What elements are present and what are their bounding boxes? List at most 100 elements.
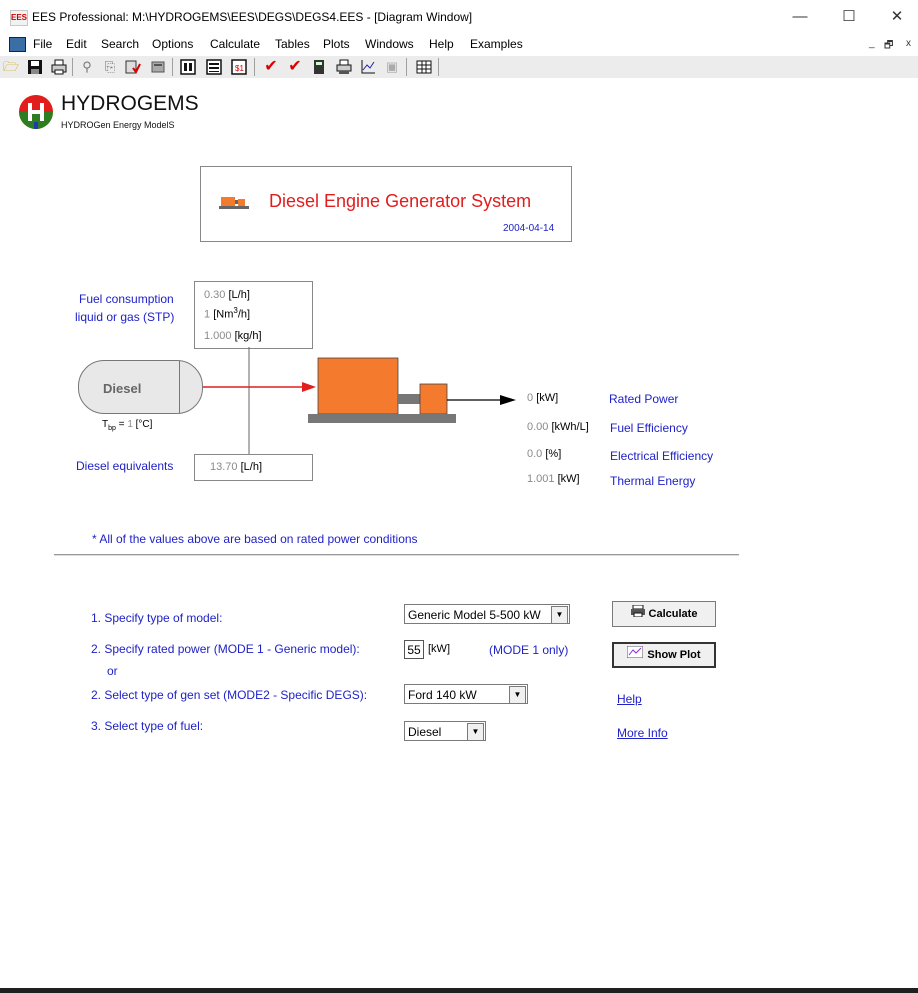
fuel-consumption-label: Fuel consumption <box>79 292 174 306</box>
solve-icon[interactable]: ✔ <box>287 59 303 75</box>
menu-help[interactable]: Help <box>429 37 454 51</box>
fuel-phase-label: liquid or gas (STP) <box>75 310 175 324</box>
generator-block <box>419 383 448 415</box>
toolbar-separator <box>254 58 255 76</box>
copy-icon[interactable]: ⎘ <box>102 59 118 75</box>
toolbar: 🗁 ⚲ ⎘ $1 ✔ ✔ ▣ <box>0 56 918 78</box>
thermal-energy-label: Thermal Energy <box>610 474 696 488</box>
rated-power-input[interactable]: 55 <box>404 640 424 659</box>
boiling-point: Tbp = 1 [°C] <box>102 419 152 432</box>
menu-tables[interactable]: Tables <box>275 37 310 51</box>
print-window-icon[interactable] <box>336 59 352 75</box>
plot-icon[interactable] <box>360 59 376 75</box>
model-type-select[interactable]: Generic Model 5-500 kW ▼ <box>404 604 570 624</box>
generator-icon <box>219 194 249 215</box>
help-link[interactable]: Help <box>617 692 642 706</box>
show-plot-button[interactable]: Show Plot <box>612 642 716 668</box>
show-plot-button-label: Show Plot <box>647 649 701 661</box>
fuel-lph-value: 0.30 <box>204 289 226 301</box>
fuel-flow-arrowhead <box>302 382 316 392</box>
diesel-equivalents-unit: [L/h] <box>240 461 262 473</box>
electrical-efficiency-value-line: 0.0 [%] <box>527 448 561 460</box>
tbp-equals: = <box>115 419 128 430</box>
step3-label: 3. Select type of fuel: <box>91 719 204 733</box>
check-units-icon[interactable] <box>125 59 141 75</box>
calculate-button-label: Calculate <box>648 608 698 620</box>
system-date: 2004-04-14 <box>503 223 555 234</box>
chevron-down-icon[interactable]: ▼ <box>551 606 568 624</box>
rated-power-label: Rated Power <box>609 392 679 406</box>
fuel-type-select[interactable]: Diesel ▼ <box>404 721 486 741</box>
fuel-consumption-box: 0.30 [L/h] 1 [Nm3/h] 1.000 [kg/h] <box>194 281 313 349</box>
thermal-energy-value: 1.001 <box>527 473 555 485</box>
diesel-equivalents-value-line: 13.70 [L/h] <box>210 461 262 473</box>
chevron-down-icon[interactable]: ▼ <box>467 723 484 741</box>
fuel-lph-unit: [L/h] <box>228 289 250 301</box>
toolbar-separator <box>72 58 73 76</box>
genset-type-select[interactable]: Ford 140 kW ▼ <box>404 684 528 704</box>
fuel-efficiency-unit: [kWh/L] <box>551 421 589 433</box>
solution-icon[interactable] <box>206 59 222 75</box>
fuel-efficiency-label: Fuel Efficiency <box>610 421 688 435</box>
window-title: EES Professional: M:\HYDROGEMS\EES\DEGS\… <box>32 10 473 24</box>
electrical-efficiency-value: 0.0 <box>527 448 543 460</box>
chevron-down-icon[interactable]: ▼ <box>509 686 526 704</box>
menu-plots[interactable]: Plots <box>323 37 350 51</box>
tank-label: Diesel <box>103 381 142 396</box>
engine-base <box>308 414 456 423</box>
menu-file[interactable]: File <box>33 37 52 51</box>
plot-icon <box>626 644 644 666</box>
tank-divider <box>179 361 180 413</box>
toolbar-separator <box>172 58 173 76</box>
calculator-icon[interactable] <box>311 59 327 75</box>
mdi-minimize-button[interactable]: _ <box>869 38 875 49</box>
maximize-button[interactable]: ☐ <box>834 6 864 28</box>
find-icon[interactable]: ⚲ <box>79 59 95 75</box>
fuel-rate-lph: 0.30 [L/h] <box>204 289 250 301</box>
model-type-value: Generic Model 5-500 kW <box>408 608 541 622</box>
fuel-efficiency-value-line: 0.00 [kWh/L] <box>527 421 589 433</box>
title-bar[interactable]: EES EES Professional: M:\HYDROGEMS\EES\D… <box>0 0 918 33</box>
rated-power-input-unit: [kW] <box>428 643 450 655</box>
engine-block <box>317 357 399 415</box>
toolbar-separator <box>406 58 407 76</box>
diagram-window-icon[interactable] <box>9 37 26 52</box>
print-icon[interactable] <box>51 59 67 75</box>
minimize-button[interactable]: — <box>785 6 815 28</box>
paste-icon[interactable] <box>150 59 166 75</box>
step2b-label: 2. Select type of gen set (MODE2 - Speci… <box>91 688 368 702</box>
fuel-rate-nm3h: 1 [Nm3/h] <box>204 306 250 321</box>
mode1-only-note: (MODE 1 only) <box>489 643 569 657</box>
ees-app-icon[interactable]: EES <box>10 10 28 26</box>
save-icon[interactable] <box>27 59 43 75</box>
thermal-energy-value-line: 1.001 [kW] <box>527 473 580 485</box>
close-button[interactable]: ✕ <box>882 6 912 28</box>
menu-examples[interactable]: Examples <box>470 37 523 51</box>
rated-conditions-footnote: * All of the values above are based on r… <box>92 532 418 546</box>
menu-calculate[interactable]: Calculate <box>210 37 260 51</box>
diesel-equivalents-label: Diesel equivalents <box>76 459 174 473</box>
tbp-unit: [°C] <box>132 419 153 430</box>
more-info-link[interactable]: More Info <box>617 726 668 740</box>
calculate-button[interactable]: Calculate <box>612 601 716 627</box>
lookup-icon[interactable]: ▣ <box>384 59 400 75</box>
application-window: EES EES Professional: M:\HYDROGEMS\EES\D… <box>0 0 918 988</box>
menu-options[interactable]: Options <box>152 37 193 51</box>
fuel-nm3-value: 1 <box>204 308 211 321</box>
check-icon[interactable]: ✔ <box>263 59 279 75</box>
menu-windows[interactable]: Windows <box>365 37 414 51</box>
equations-icon[interactable] <box>180 59 196 75</box>
rated-power-value-line: 0 [kW] <box>527 392 558 404</box>
engine-shaft <box>398 394 420 404</box>
rated-power-unit: [kW] <box>536 392 559 404</box>
menu-search[interactable]: Search <box>101 37 139 51</box>
mdi-restore-button[interactable]: 🗗 <box>884 38 893 55</box>
open-icon[interactable]: 🗁 <box>3 59 19 75</box>
hydrogems-logo <box>18 94 54 135</box>
system-title: Diesel Engine Generator System <box>269 191 532 211</box>
formatted-icon[interactable]: $1 <box>231 59 247 75</box>
table-icon[interactable] <box>416 59 432 75</box>
menu-edit[interactable]: Edit <box>66 37 87 51</box>
fuel-nm3-unit-pre: [Nm <box>213 308 234 321</box>
mdi-close-button[interactable]: x <box>906 38 911 49</box>
